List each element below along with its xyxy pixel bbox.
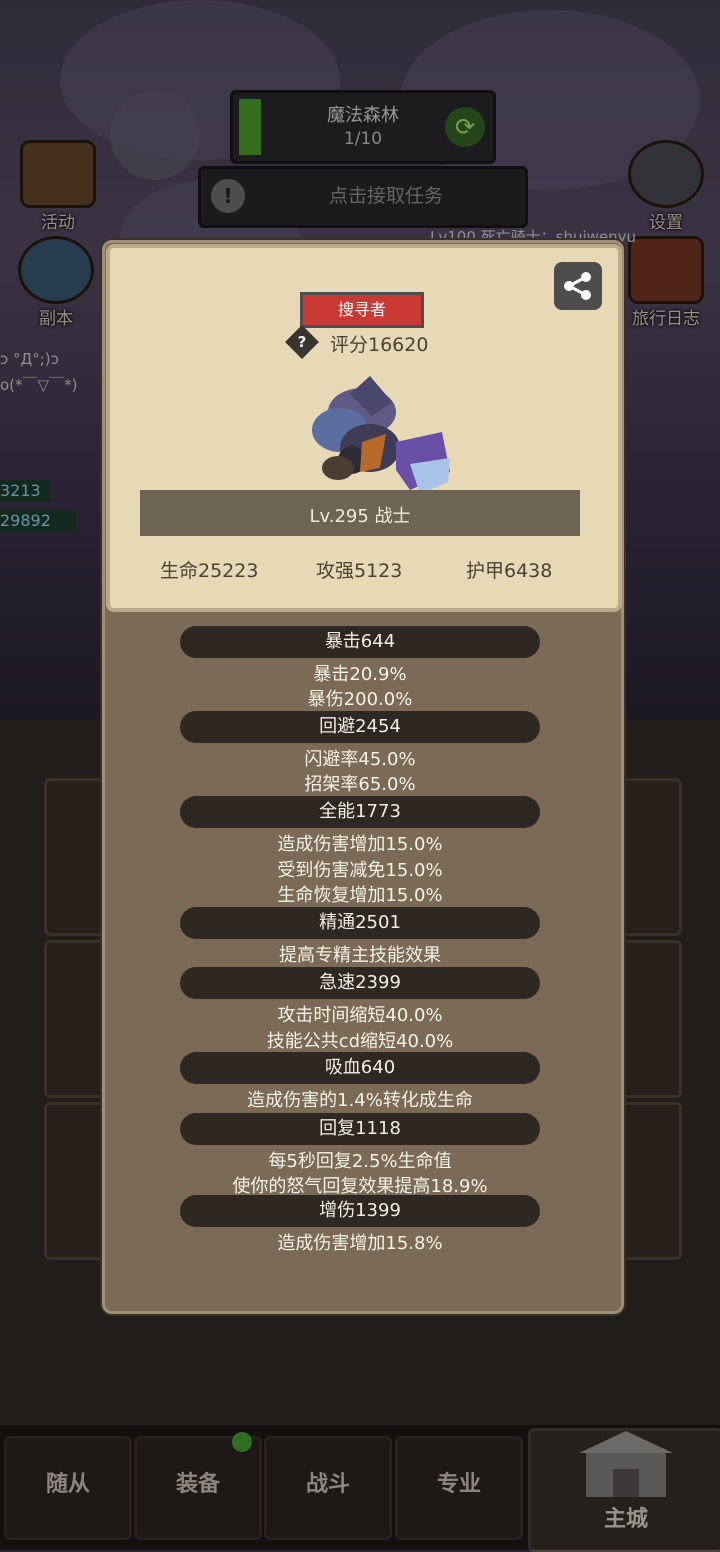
stat-detail: 生命恢复增加15.0% — [277, 885, 443, 906]
share-button[interactable] — [554, 262, 602, 310]
mastery-header: 精通2501 — [180, 907, 540, 939]
score-text: 评分16620 — [330, 334, 429, 356]
stat-detail: 造成伤害增加15.8% — [277, 1233, 443, 1254]
stat-detail: 攻击时间缩短40.0% — [277, 1005, 443, 1026]
damage-bonus-header: 增伤1399 — [180, 1195, 540, 1227]
crit-header: 暴击644 — [180, 626, 540, 658]
stat-detail: 技能公共cd缩短40.0% — [266, 1031, 454, 1052]
warrior-character-sprite — [312, 376, 450, 494]
help-icon-glyph: ? — [297, 333, 307, 351]
stat-detail: 闪避率45.0% — [304, 749, 416, 770]
title-badge: 搜寻者 — [300, 292, 424, 328]
avoid-header: 回避2454 — [180, 711, 540, 743]
attack-stat: 攻强5123 — [316, 560, 403, 582]
stat-detail: 每5秒回复2.5%生命值 — [268, 1151, 452, 1172]
regen-header: 回复1118 — [180, 1113, 540, 1145]
stat-detail: 造成伤害增加15.0% — [277, 834, 443, 855]
haste-header: 急速2399 — [180, 967, 540, 999]
share-icon — [564, 272, 591, 300]
hp-stat: 生命25223 — [160, 560, 259, 582]
stat-detail: 受到伤害减免15.0% — [277, 860, 443, 881]
stat-detail: 暴击20.9% — [313, 664, 407, 685]
versatility-header: 全能1773 — [180, 796, 540, 828]
stat-detail: 提高专精主技能效果 — [279, 945, 441, 966]
stat-detail: 造成伤害的1.4%转化成生命 — [247, 1090, 473, 1111]
stat-detail: 招架率65.0% — [304, 774, 416, 795]
stat-detail: 暴伤200.0% — [307, 689, 413, 710]
help-icon[interactable]: ? — [285, 325, 319, 359]
level-class-text: Lv.295 战士 — [309, 506, 411, 527]
armor-stat: 护甲6438 — [466, 560, 553, 582]
lifesteal-header: 吸血640 — [180, 1052, 540, 1084]
